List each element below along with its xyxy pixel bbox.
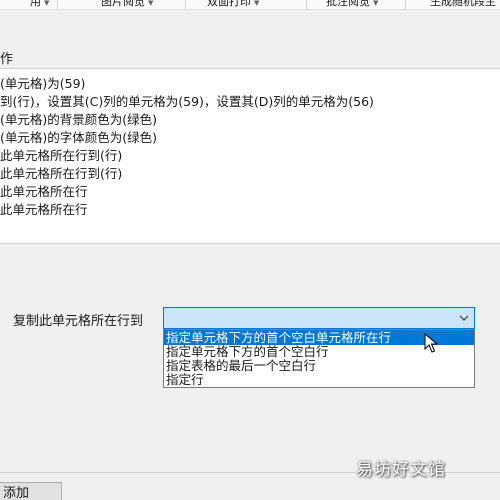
chevron-down-icon[interactable]: ▼: [148, 0, 153, 7]
actions-section-label: 作: [0, 52, 14, 67]
copy-target-select[interactable]: [163, 307, 475, 329]
dropdown-option[interactable]: 指定行: [164, 372, 474, 387]
list-item[interactable]: 此单元格所在行: [0, 183, 500, 201]
list-item[interactable]: (单元格)的背景颜色为(绿色): [0, 111, 500, 129]
watermark-text: 易坊好文馆: [356, 460, 446, 480]
toolbar-item-random[interactable]: 生成随机段主: [430, 0, 500, 9]
ribbon-toolbar: 用 ▼ 图片阅览 ▼ 双面打印 ▼ 批注阅览 ▼ 生成随机段主: [0, 0, 500, 10]
toolbar-divider: [57, 0, 58, 9]
chevron-down-icon[interactable]: ▼: [44, 0, 49, 7]
toolbar-divider: [405, 0, 406, 9]
chevron-down-icon[interactable]: [458, 311, 470, 325]
toolbar-item-use[interactable]: 用 ▼: [30, 0, 55, 9]
mouse-cursor-icon: [424, 333, 438, 353]
dropdown-option[interactable]: 指定表格的最后一个空白行: [164, 358, 474, 373]
toolbar-item-duplex-print[interactable]: 双面打印 ▼: [207, 0, 265, 9]
list-item[interactable]: (单元格)的字体颜色为(绿色): [0, 129, 500, 147]
add-button[interactable]: 添加: [0, 482, 62, 500]
list-item[interactable]: 此单元格所在行到(行): [0, 147, 500, 165]
actions-list[interactable]: (单元格)为(59) 到(行)，设置其(C)列的单元格为(59)，设置其(D)列…: [0, 68, 500, 244]
list-item[interactable]: (单元格)为(59): [0, 75, 500, 93]
chevron-down-icon[interactable]: ▼: [373, 0, 378, 7]
list-item[interactable]: 到(行)，设置其(C)列的单元格为(59)，设置其(D)列的单元格为(56): [0, 93, 500, 111]
chevron-down-icon[interactable]: ▼: [254, 0, 259, 7]
list-item[interactable]: 此单元格所在行到(行): [0, 165, 500, 183]
toolbar-divider: [185, 0, 186, 9]
copy-row-label: 复制此单元格所在行到: [13, 314, 144, 329]
toolbar-divider: [306, 0, 307, 9]
toolbar-item-image-view[interactable]: 图片阅览 ▼: [101, 0, 159, 9]
list-item[interactable]: 此单元格所在行: [0, 201, 500, 219]
toolbar-item-comment-view[interactable]: 批注阅览 ▼: [326, 0, 384, 9]
